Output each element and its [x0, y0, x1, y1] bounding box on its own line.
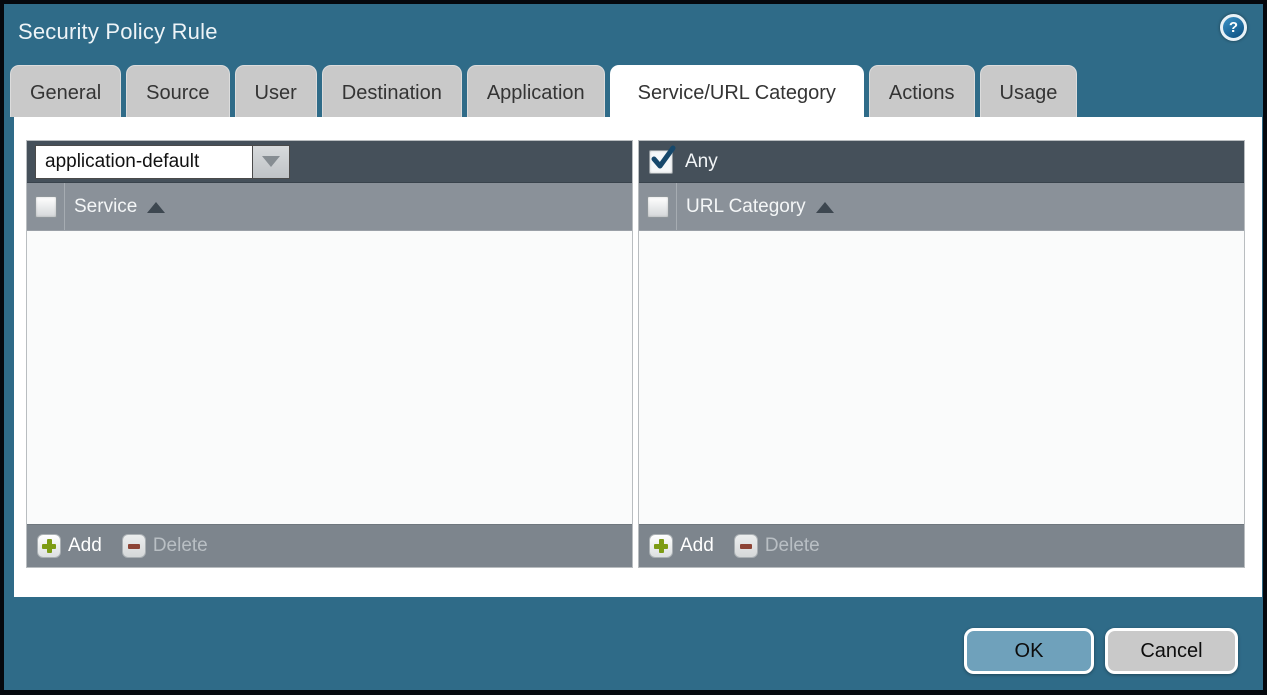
delete-minus-icon — [122, 534, 146, 558]
tab-strip: General Source User Destination Applicat… — [10, 65, 1257, 117]
service-column-label: Service — [74, 196, 137, 218]
tab-user[interactable]: User — [235, 65, 317, 117]
add-plus-icon — [649, 534, 673, 558]
tab-application[interactable]: Application — [467, 65, 605, 117]
tab-service-url-category[interactable]: Service/URL Category — [610, 65, 864, 117]
cancel-button[interactable]: Cancel — [1105, 628, 1238, 674]
tab-destination[interactable]: Destination — [322, 65, 462, 117]
help-icon[interactable]: ? — [1220, 14, 1247, 41]
tab-source[interactable]: Source — [126, 65, 229, 117]
url-category-panel: Any URL Category Add — [638, 140, 1245, 568]
service-table-body[interactable] — [27, 231, 632, 524]
service-panel-footer: Add Delete — [27, 524, 632, 567]
url-category-table-body[interactable] — [639, 231, 1244, 524]
url-category-column-header[interactable]: URL Category — [677, 196, 834, 218]
service-type-dropdown[interactable]: application-default — [35, 145, 290, 179]
add-button-label: Add — [68, 535, 102, 557]
service-panel-header: application-default — [27, 141, 632, 183]
tab-usage[interactable]: Usage — [980, 65, 1078, 117]
dropdown-button[interactable] — [252, 145, 290, 179]
chevron-down-icon — [262, 156, 280, 167]
checkmark-icon — [650, 145, 676, 173]
any-checkbox[interactable] — [649, 150, 673, 174]
delete-button-label: Delete — [153, 535, 208, 557]
url-category-add-button[interactable]: Add — [649, 534, 714, 558]
add-plus-icon — [37, 534, 61, 558]
url-category-select-all-checkbox[interactable] — [647, 196, 669, 218]
url-category-delete-button[interactable]: Delete — [734, 534, 820, 558]
url-category-panel-header: Any — [639, 141, 1244, 183]
tab-content: application-default Service — [14, 117, 1262, 597]
url-category-panel-footer: Add Delete — [639, 524, 1244, 567]
ok-button[interactable]: OK — [964, 628, 1094, 674]
service-column-header[interactable]: Service — [65, 196, 165, 218]
service-select-all-checkbox[interactable] — [35, 196, 57, 218]
sort-ascending-icon — [147, 202, 165, 213]
tab-general[interactable]: General — [10, 65, 121, 117]
url-category-select-all-cell — [639, 183, 677, 230]
screen: Security Policy Rule ? General Source Us… — [0, 0, 1267, 695]
any-label: Any — [685, 151, 718, 173]
sort-ascending-icon — [816, 202, 834, 213]
url-category-column-label: URL Category — [686, 196, 806, 218]
service-table-header: Service — [27, 183, 632, 231]
delete-minus-icon — [734, 534, 758, 558]
service-delete-button[interactable]: Delete — [122, 534, 208, 558]
url-category-table-header: URL Category — [639, 183, 1244, 231]
service-type-value[interactable]: application-default — [35, 145, 252, 179]
add-button-label: Add — [680, 535, 714, 557]
security-policy-rule-dialog: Security Policy Rule ? General Source Us… — [4, 4, 1263, 690]
service-panel: application-default Service — [26, 140, 633, 568]
service-select-all-cell — [27, 183, 65, 230]
delete-button-label: Delete — [765, 535, 820, 557]
tab-actions[interactable]: Actions — [869, 65, 975, 117]
dialog-title: Security Policy Rule — [18, 19, 218, 45]
service-add-button[interactable]: Add — [37, 534, 102, 558]
